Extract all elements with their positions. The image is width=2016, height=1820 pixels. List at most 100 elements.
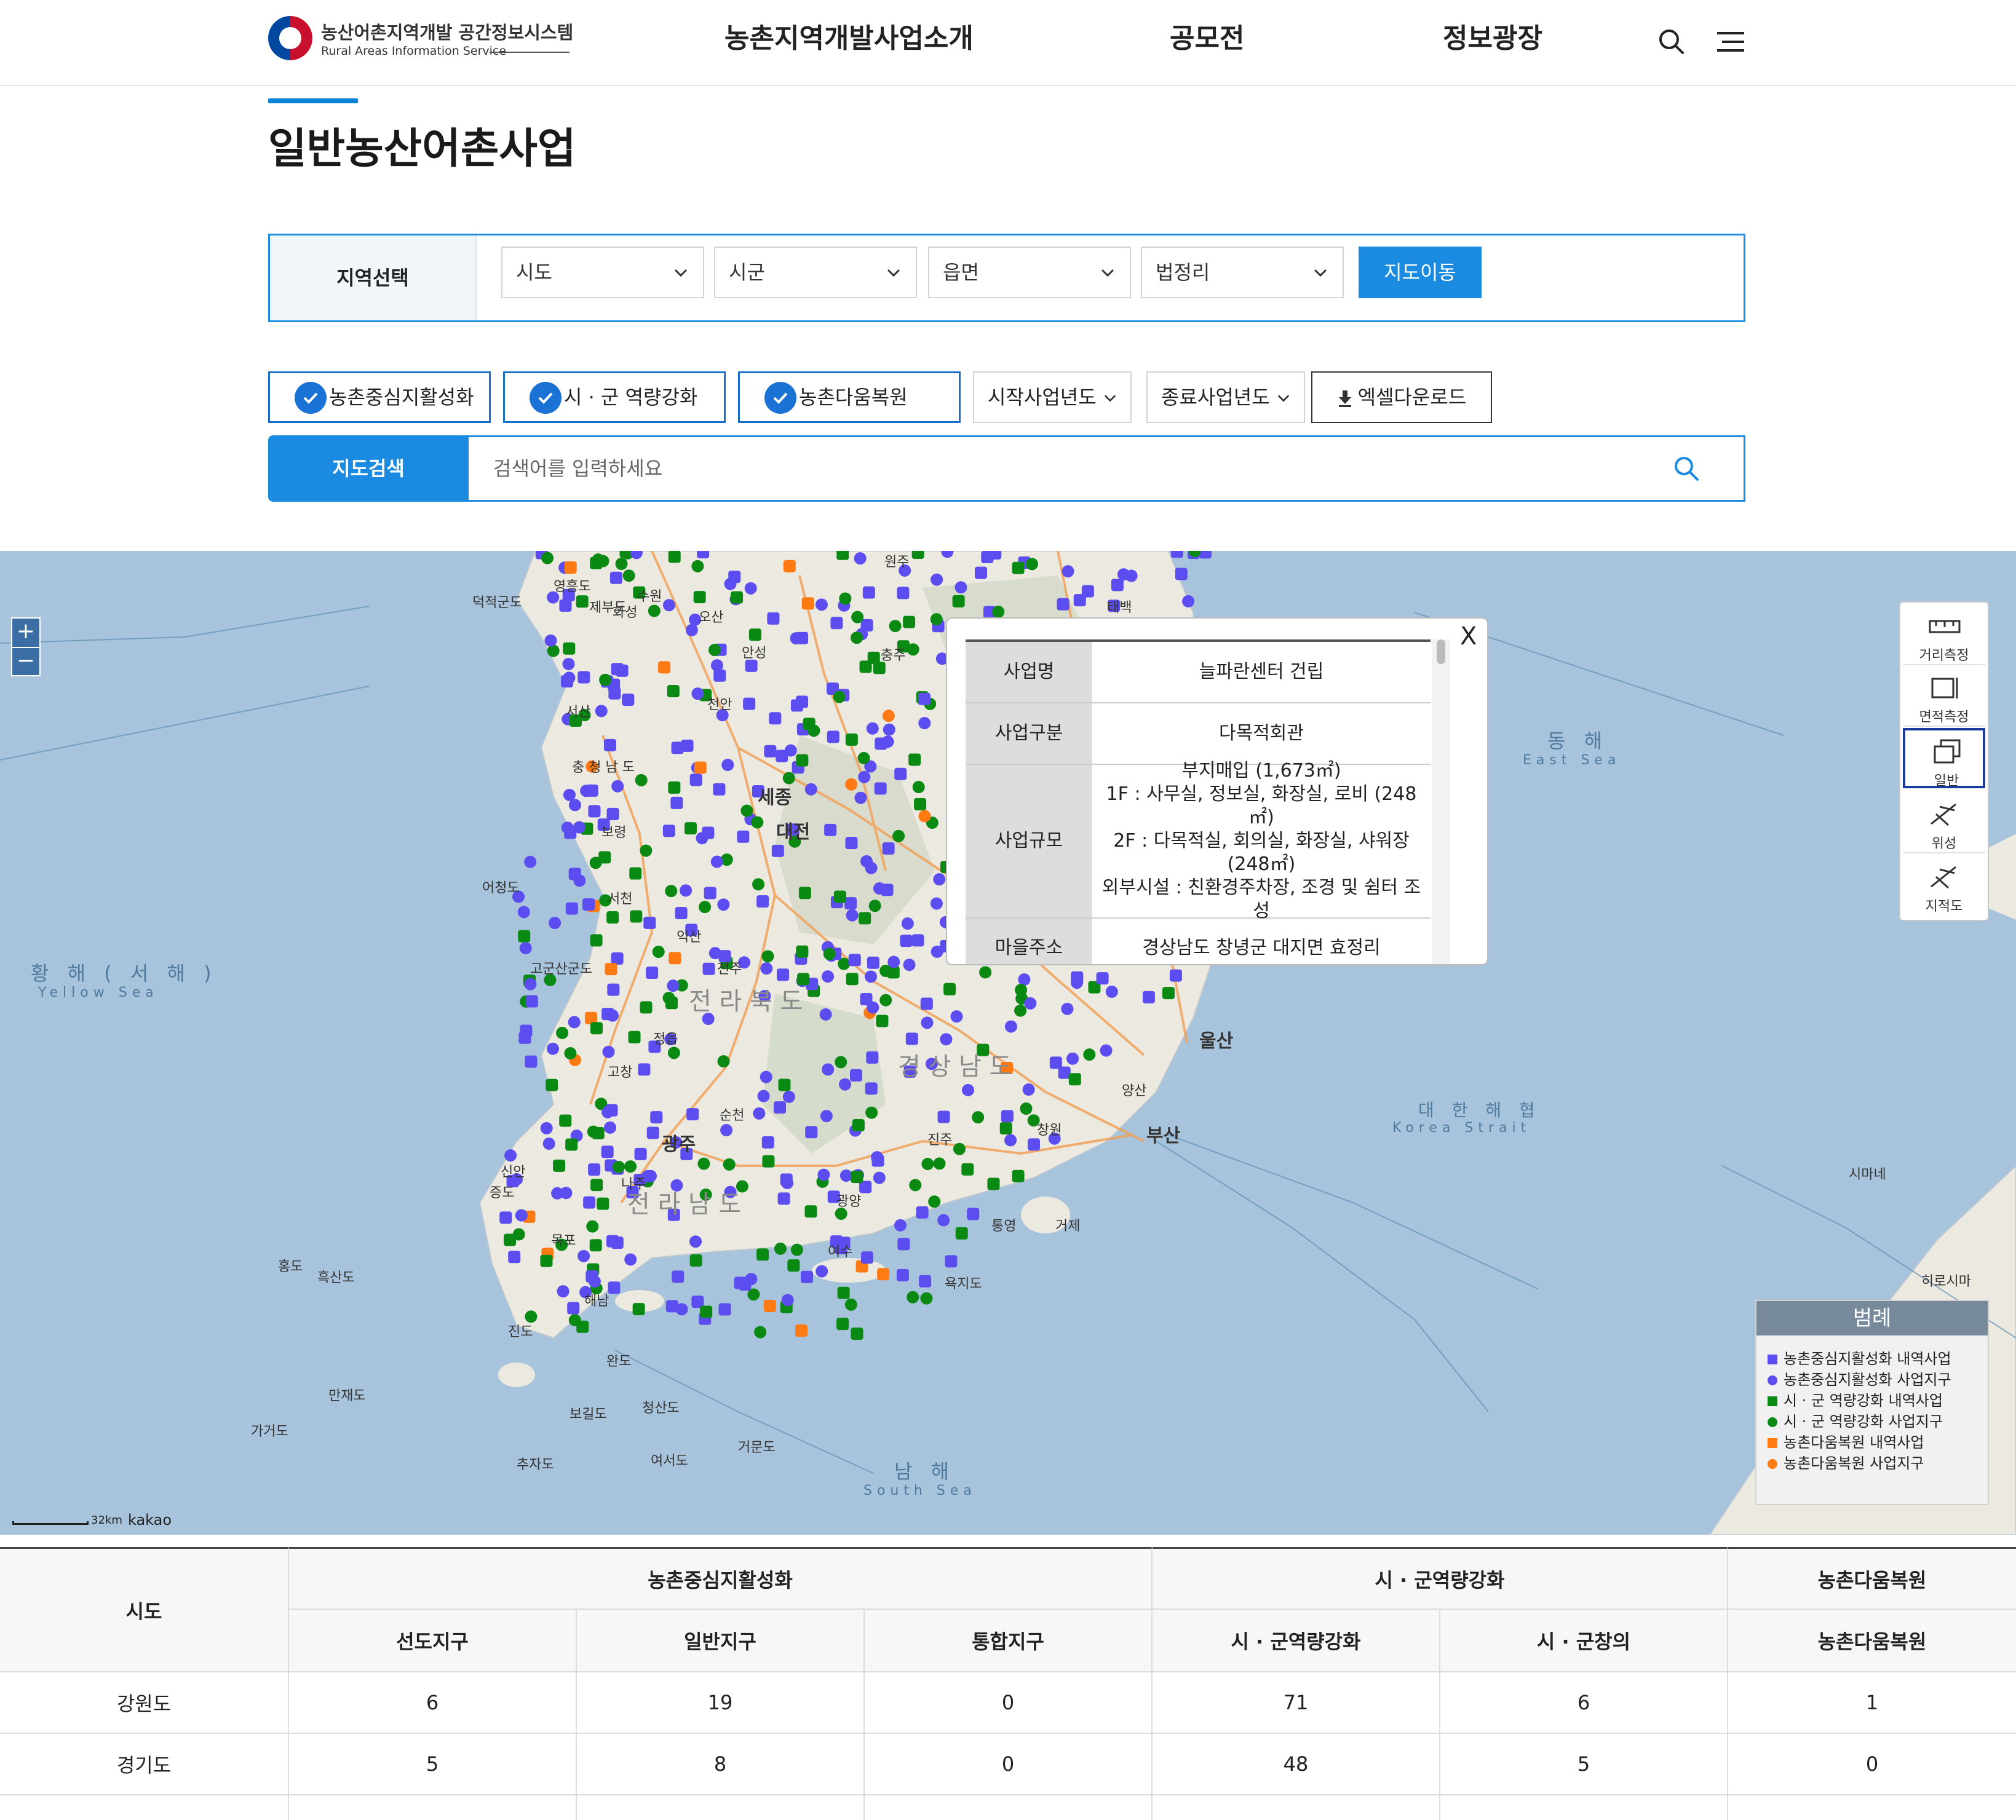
project-marker[interactable] <box>691 560 704 572</box>
project-marker[interactable] <box>564 561 577 574</box>
project-marker[interactable] <box>911 934 924 947</box>
project-marker[interactable] <box>672 1270 685 1283</box>
project-marker[interactable] <box>859 912 871 925</box>
project-marker[interactable] <box>918 810 931 823</box>
project-marker[interactable] <box>761 950 774 963</box>
project-marker[interactable] <box>518 1031 531 1044</box>
project-marker[interactable] <box>801 597 814 610</box>
project-marker[interactable] <box>700 1305 713 1318</box>
project-marker[interactable] <box>933 1157 946 1170</box>
project-marker[interactable] <box>564 1047 577 1060</box>
project-marker[interactable] <box>804 1205 817 1218</box>
zoom-in-button[interactable]: + <box>12 619 39 647</box>
distance-measure-button[interactable]: 거리측정 <box>1903 605 1985 665</box>
project-marker[interactable] <box>940 1033 953 1046</box>
filter-capacity-building[interactable]: 시 · 군 역량강화 <box>503 371 726 423</box>
project-marker[interactable] <box>953 1142 966 1155</box>
project-marker[interactable] <box>865 1106 878 1119</box>
project-marker[interactable] <box>908 753 921 766</box>
project-marker[interactable] <box>587 1125 600 1138</box>
project-marker[interactable] <box>1169 969 1182 982</box>
project-marker[interactable] <box>588 805 601 818</box>
project-marker[interactable] <box>562 657 575 670</box>
project-marker[interactable] <box>876 1015 889 1027</box>
project-marker[interactable] <box>1068 1073 1081 1086</box>
project-marker[interactable] <box>745 1273 758 1286</box>
project-marker[interactable] <box>849 1069 862 1082</box>
project-marker[interactable] <box>601 1145 614 1158</box>
project-marker[interactable] <box>720 1124 733 1137</box>
popup-scrollbar[interactable] <box>1432 639 1450 964</box>
project-marker[interactable] <box>780 1173 793 1186</box>
project-marker[interactable] <box>751 816 764 829</box>
project-marker[interactable] <box>652 945 665 958</box>
project-marker[interactable] <box>603 738 616 751</box>
project-marker[interactable] <box>689 1235 702 1248</box>
project-marker[interactable] <box>561 821 574 834</box>
project-marker[interactable] <box>883 723 895 736</box>
project-marker[interactable] <box>796 754 809 767</box>
project-marker[interactable] <box>540 1122 553 1134</box>
project-marker[interactable] <box>763 1299 776 1312</box>
area-measure-button[interactable]: 면적측정 <box>1903 667 1985 727</box>
project-marker[interactable] <box>854 791 867 804</box>
project-marker[interactable] <box>1182 595 1195 607</box>
project-marker[interactable] <box>858 770 871 783</box>
project-marker[interactable] <box>845 733 858 746</box>
project-marker[interactable] <box>556 1026 569 1039</box>
project-marker[interactable] <box>573 821 585 834</box>
project-marker[interactable] <box>974 566 987 579</box>
project-marker[interactable] <box>822 970 835 983</box>
project-marker[interactable] <box>648 604 661 617</box>
project-marker[interactable] <box>846 909 859 922</box>
project-marker[interactable] <box>557 1285 569 1298</box>
project-marker[interactable] <box>782 1090 795 1103</box>
project-marker[interactable] <box>634 1147 647 1160</box>
project-marker[interactable] <box>931 573 943 586</box>
hamburger-menu-icon[interactable] <box>1716 27 1745 57</box>
project-marker[interactable] <box>815 598 828 611</box>
project-marker[interactable] <box>667 1046 680 1059</box>
project-marker[interactable] <box>795 1324 808 1337</box>
project-marker[interactable] <box>867 1001 879 1014</box>
project-marker[interactable] <box>824 823 837 836</box>
project-marker[interactable] <box>839 1078 852 1091</box>
project-marker[interactable] <box>1018 973 1031 986</box>
project-marker[interactable] <box>921 1158 934 1171</box>
project-marker[interactable] <box>607 983 620 996</box>
project-marker[interactable] <box>547 644 560 657</box>
project-marker[interactable] <box>868 900 881 912</box>
project-marker[interactable] <box>731 591 744 604</box>
map-type-cadastral-button[interactable]: 지적도 <box>1903 856 1985 916</box>
project-marker[interactable] <box>882 710 895 722</box>
project-marker[interactable] <box>598 851 611 864</box>
project-marker[interactable] <box>955 1227 968 1240</box>
project-marker[interactable] <box>866 1051 879 1064</box>
project-marker[interactable] <box>846 973 859 986</box>
project-marker[interactable] <box>954 581 967 594</box>
project-marker[interactable] <box>972 1111 985 1124</box>
project-marker[interactable] <box>1061 1002 1074 1015</box>
project-marker[interactable] <box>1062 565 1074 578</box>
project-marker[interactable] <box>671 742 684 754</box>
project-marker[interactable] <box>743 697 756 710</box>
project-marker[interactable] <box>852 1119 865 1132</box>
project-marker[interactable] <box>515 1209 528 1222</box>
project-marker[interactable] <box>717 1055 730 1068</box>
sido-select[interactable]: 시도 <box>501 247 704 298</box>
project-marker[interactable] <box>914 797 927 810</box>
project-marker[interactable] <box>542 1138 555 1150</box>
search-icon[interactable] <box>1657 27 1686 57</box>
project-marker[interactable] <box>1015 984 1028 997</box>
project-marker[interactable] <box>979 966 992 979</box>
project-marker[interactable] <box>609 571 622 584</box>
project-marker[interactable] <box>601 1008 614 1021</box>
project-marker[interactable] <box>897 1238 910 1251</box>
project-marker[interactable] <box>588 1163 601 1176</box>
project-marker[interactable] <box>933 873 946 886</box>
project-marker[interactable] <box>713 669 726 682</box>
project-marker[interactable] <box>667 979 680 992</box>
project-marker[interactable] <box>756 895 769 908</box>
project-marker[interactable] <box>941 551 954 558</box>
project-marker[interactable] <box>756 1248 769 1261</box>
